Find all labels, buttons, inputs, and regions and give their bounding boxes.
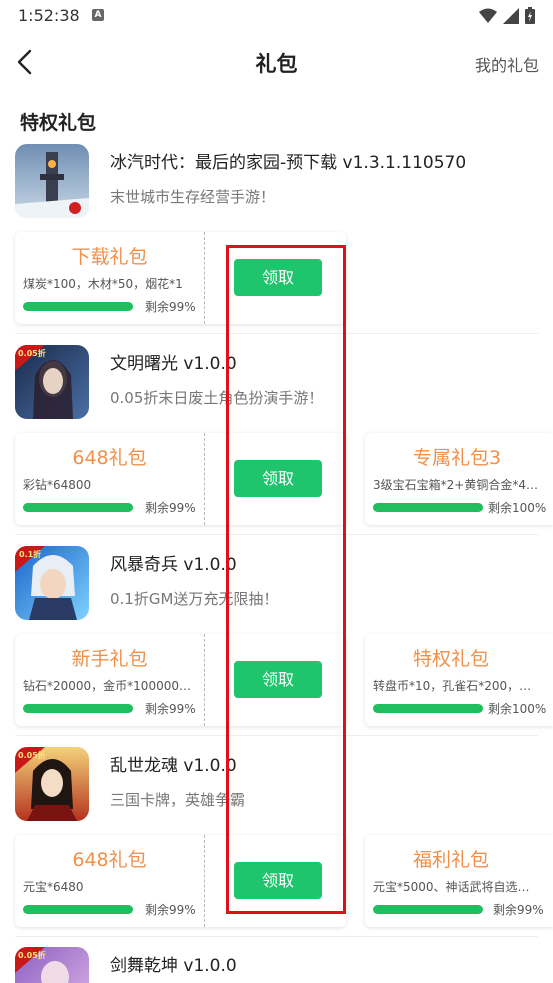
game-icon: 0.05折: [15, 345, 89, 419]
gift-info: 648礼包 元宝*6480 剩余99%: [15, 835, 205, 927]
gift-content: 元宝*6480: [23, 880, 84, 894]
gift-card: 福利礼包 元宝*5000、神话武将自选… 剩余99%: [365, 835, 553, 927]
game-title: 冰汽时代：最后的家园-预下载 v1.3.1.110570: [110, 153, 467, 173]
gift-name: 648礼包: [72, 447, 147, 469]
gift-remain: 剩余99%: [145, 300, 196, 314]
status-icons: [479, 7, 535, 24]
gift-info: 新手礼包 钻石*20000，金币*100000… 剩余99%: [15, 634, 205, 726]
gift-content: 元宝*5000、神话武将自选…: [373, 880, 530, 894]
divider: [15, 936, 538, 937]
game-item[interactable]: 冰汽时代：最后的家园-预下载 v1.3.1.110570 末世城市生存经营手游！…: [0, 144, 553, 334]
gift-progress-bar: [23, 302, 133, 311]
gift-name: 福利礼包: [413, 849, 490, 871]
gift-card: 特权礼包 转盘币*10，孔雀石*200，… 剩余100%: [365, 634, 553, 726]
game-desc: 末世城市生存经营手游！: [110, 188, 276, 206]
gift-card: 648礼包 彩钻*64800 剩余99% 领取: [15, 433, 346, 525]
game-icon: 0.1折: [15, 546, 89, 620]
game-title: 文明曙光 v1.0.0: [110, 354, 237, 374]
game-title: 乱世龙魂 v1.0.0: [110, 756, 237, 776]
game-desc: 0.1折GM送万充无限抽！: [110, 590, 279, 608]
game-desc: 三国卡牌，英雄争霸: [110, 791, 246, 809]
game-item[interactable]: 0.05折 文明曙光 v1.0.0 0.05折末日废土角色扮演手游！ 648礼包…: [0, 345, 553, 535]
divider: [15, 534, 538, 535]
notification-icon: A: [92, 9, 104, 21]
gift-content: 钻石*20000，金币*100000…: [23, 679, 191, 693]
gift-info: 下载礼包 煤炭*100，木材*50，烟花*1 剩余99%: [15, 232, 205, 324]
section-title: 特权礼包: [20, 112, 97, 134]
gift-progress-bar: [373, 503, 483, 512]
status-time: 1:52:38: [18, 6, 80, 25]
claim-button[interactable]: 领取: [234, 460, 322, 497]
signal-icon: [503, 7, 519, 24]
discount-badge: 0.05折: [18, 348, 46, 358]
gift-remain: 剩余99%: [145, 903, 196, 917]
gift-remain: 剩余99%: [145, 702, 196, 716]
gift-name: 648礼包: [72, 849, 147, 871]
gift-name: 专属礼包3: [413, 447, 502, 469]
game-item[interactable]: 0.05折 乱世龙魂 v1.0.0 三国卡牌，英雄争霸 648礼包 元宝*648…: [0, 747, 553, 937]
gift-progress-bar: [373, 905, 483, 914]
discount-badge: 0.05折: [18, 750, 46, 760]
gift-remain: 剩余99%: [493, 903, 544, 917]
gift-info: 648礼包 彩钻*64800 剩余99%: [15, 433, 205, 525]
gift-info: 专属礼包3 3级宝石宝箱*2+黄铜合金*4… 剩余100%: [365, 433, 553, 525]
game-item[interactable]: 0.05折 剑舞乾坤 v1.0.0: [0, 947, 553, 983]
game-icon: 0.05折: [15, 947, 89, 983]
claim-button[interactable]: 领取: [234, 661, 322, 698]
game-item[interactable]: 0.1折 风暴奇兵 v1.0.0 0.1折GM送万充无限抽！ 新手礼包 钻石*2…: [0, 546, 553, 736]
my-gifts-link[interactable]: 我的礼包: [475, 52, 539, 76]
gift-content: 转盘币*10，孔雀石*200，…: [373, 679, 532, 693]
gift-info: 特权礼包 转盘币*10，孔雀石*200，… 剩余100%: [365, 634, 553, 726]
gift-name: 特权礼包: [413, 648, 490, 670]
divider: [15, 735, 538, 736]
gift-remain: 剩余100%: [488, 501, 547, 515]
battery-icon: [525, 7, 535, 24]
gift-remain: 剩余100%: [488, 702, 547, 716]
game-desc: 0.05折末日废土角色扮演手游！: [110, 389, 324, 407]
gift-card: 下载礼包 煤炭*100，木材*50，烟花*1 剩余99% 领取: [15, 232, 346, 324]
navigation-bar: 礼包 我的礼包: [0, 38, 553, 86]
gift-name: 新手礼包: [71, 648, 148, 670]
gift-content: 3级宝石宝箱*2+黄铜合金*4…: [373, 478, 538, 492]
gift-progress-bar: [373, 704, 483, 713]
page-title: 礼包: [255, 52, 298, 76]
status-bar: 1:52:38 A: [0, 0, 553, 32]
gift-content: 煤炭*100，木材*50，烟花*1: [23, 277, 183, 291]
gift-name: 下载礼包: [71, 246, 148, 268]
gift-info: 福利礼包 元宝*5000、神话武将自选… 剩余99%: [365, 835, 553, 927]
gift-progress-bar: [23, 905, 133, 914]
game-title: 剑舞乾坤 v1.0.0: [110, 956, 237, 976]
divider: [15, 333, 538, 334]
wifi-icon: [479, 8, 497, 23]
claim-button[interactable]: 领取: [234, 259, 322, 296]
gift-progress-bar: [23, 503, 133, 512]
gift-card: 新手礼包 钻石*20000，金币*100000… 剩余99% 领取: [15, 634, 346, 726]
game-title: 风暴奇兵 v1.0.0: [110, 555, 237, 575]
gift-content: 彩钻*64800: [23, 478, 92, 492]
game-icon: 0.05折: [15, 747, 89, 821]
gift-card: 648礼包 元宝*6480 剩余99% 领取: [15, 835, 346, 927]
discount-badge: 0.05折: [18, 950, 46, 960]
claim-button[interactable]: 领取: [234, 862, 322, 899]
gift-remain: 剩余99%: [145, 501, 196, 515]
gift-progress-bar: [23, 704, 133, 713]
game-icon: [15, 144, 89, 218]
gift-card: 专属礼包3 3级宝石宝箱*2+黄铜合金*4… 剩余100%: [365, 433, 553, 525]
discount-badge: 0.1折: [19, 549, 41, 559]
